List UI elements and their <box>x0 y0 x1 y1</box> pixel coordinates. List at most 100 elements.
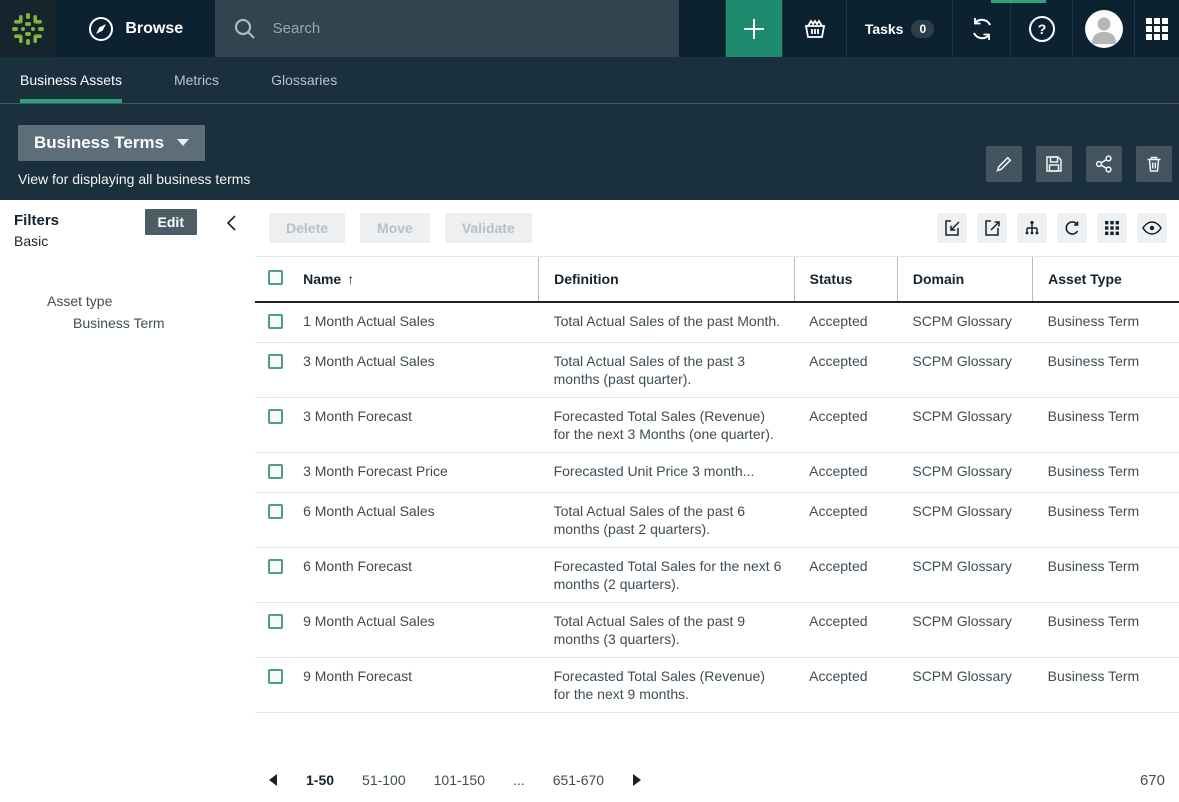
table-row[interactable]: 3 Month Forecast Forecasted Total Sales … <box>255 398 1179 453</box>
asset-name-cell[interactable]: 3 Month Forecast Price <box>295 453 539 493</box>
definition-cell: Total Actual Sales of the past 3 months … <box>539 343 795 398</box>
domain-cell[interactable]: SCPM Glossary <box>897 493 1032 548</box>
column-header-domain[interactable]: Domain <box>897 257 1032 302</box>
domain-cell[interactable]: SCPM Glossary <box>897 398 1032 453</box>
asset-name-cell[interactable]: 3 Month Forecast <box>295 398 539 453</box>
import-button[interactable] <box>937 213 967 243</box>
column-header-definition[interactable]: Definition <box>539 257 795 302</box>
asset-type-cell: Business Term <box>1033 302 1179 343</box>
asset-name-cell[interactable]: 3 Month Actual Sales <box>295 343 539 398</box>
collibra-logo-icon <box>10 11 46 47</box>
global-search[interactable] <box>215 0 679 57</box>
app-logo[interactable] <box>0 0 57 57</box>
table-row[interactable]: 3 Month Forecast Price Forecasted Unit P… <box>255 453 1179 493</box>
export-button[interactable] <box>977 213 1007 243</box>
page-link-last[interactable]: 651-670 <box>553 772 604 788</box>
tab-label: Glossaries <box>271 72 337 88</box>
pagination-bar: 1-50 51-100 101-150 ... 651-670 670 <box>255 758 1179 802</box>
tab-metrics[interactable]: Metrics <box>174 57 219 103</box>
table-row[interactable]: 6 Month Actual Sales Total Actual Sales … <box>255 493 1179 548</box>
table-header-row: Name↑ Definition Status Domain <box>255 257 1179 302</box>
tab-business-assets[interactable]: Business Assets <box>20 57 122 103</box>
filter-item-asset-type[interactable]: Asset type Business Term <box>14 293 241 331</box>
search-input[interactable] <box>273 20 661 37</box>
table-view-button[interactable] <box>1097 213 1127 243</box>
filters-panel: Filters Basic Edit Asset type Business T… <box>0 200 255 802</box>
domain-cell[interactable]: SCPM Glossary <box>897 343 1032 398</box>
save-view-button[interactable] <box>1036 146 1072 182</box>
row-select-cell <box>255 302 295 343</box>
page-link-2[interactable]: 51-100 <box>362 772 406 788</box>
edit-view-button[interactable] <box>986 146 1022 182</box>
validate-button[interactable]: Validate <box>445 213 532 243</box>
assets-table: Name↑ Definition Status Domain <box>255 257 1179 758</box>
tab-label: Metrics <box>174 72 219 88</box>
row-select-cell <box>255 453 295 493</box>
hierarchy-button[interactable] <box>1017 213 1047 243</box>
column-header-status[interactable]: Status <box>794 257 897 302</box>
asset-name-cell[interactable]: 1 Month Actual Sales <box>295 302 539 343</box>
chevron-left-icon <box>227 215 237 231</box>
page-link-3[interactable]: 101-150 <box>434 772 485 788</box>
top-header: Browse <box>0 0 1179 57</box>
data-basket-button[interactable] <box>782 0 846 57</box>
view-selector-dropdown[interactable]: Business Terms <box>18 125 205 161</box>
column-header-name[interactable]: Name↑ <box>295 257 539 302</box>
row-checkbox[interactable] <box>268 354 283 369</box>
table-row[interactable]: 9 Month Forecast Forecasted Total Sales … <box>255 658 1179 713</box>
app-switcher-button[interactable] <box>1134 0 1179 57</box>
share-icon <box>1094 154 1114 174</box>
preview-button[interactable] <box>1137 213 1167 243</box>
domain-cell[interactable]: SCPM Glossary <box>897 603 1032 658</box>
delete-button[interactable]: Delete <box>269 213 345 243</box>
table-body: 1 Month Actual Sales Total Actual Sales … <box>255 302 1179 713</box>
delete-view-button[interactable] <box>1136 146 1172 182</box>
help-button[interactable]: ? <box>1010 0 1072 57</box>
tasks-label: Tasks <box>865 21 904 37</box>
edit-filters-button[interactable]: Edit <box>145 209 197 235</box>
column-label: Status <box>810 271 853 287</box>
move-button[interactable]: Move <box>360 213 430 243</box>
column-header-asset-type[interactable]: Asset Type <box>1033 257 1179 302</box>
asset-name-cell[interactable]: 9 Month Actual Sales <box>295 603 539 658</box>
table-row[interactable]: 9 Month Actual Sales Total Actual Sales … <box>255 603 1179 658</box>
tab-glossaries[interactable]: Glossaries <box>271 57 337 103</box>
user-menu-button[interactable] <box>1072 0 1134 57</box>
row-checkbox[interactable] <box>268 314 283 329</box>
asset-name-cell[interactable]: 6 Month Actual Sales <box>295 493 539 548</box>
domain-cell[interactable]: SCPM Glossary <box>897 658 1032 713</box>
column-label: Name <box>303 271 341 287</box>
refresh-button[interactable] <box>1057 213 1087 243</box>
status-cell: Accepted <box>794 658 897 713</box>
page-link-1[interactable]: 1-50 <box>306 772 334 788</box>
asset-name-cell[interactable]: 9 Month Forecast <box>295 658 539 713</box>
table-row[interactable]: 6 Month Forecast Forecasted Total Sales … <box>255 548 1179 603</box>
next-page-button[interactable] <box>632 774 641 786</box>
select-all-cell <box>255 257 295 302</box>
asset-name-cell[interactable]: 6 Month Forecast <box>295 548 539 603</box>
table-row[interactable]: 3 Month Actual Sales Total Actual Sales … <box>255 343 1179 398</box>
share-view-button[interactable] <box>1086 146 1122 182</box>
table-row[interactable]: 1 Month Actual Sales Total Actual Sales … <box>255 302 1179 343</box>
browse-button[interactable]: Browse <box>57 0 215 57</box>
row-checkbox[interactable] <box>268 614 283 629</box>
filter-value: Business Term <box>47 315 241 331</box>
row-checkbox[interactable] <box>268 464 283 479</box>
activities-button[interactable] <box>952 0 1010 57</box>
app-window: Browse <box>0 0 1179 802</box>
domain-cell[interactable]: SCPM Glossary <box>897 302 1032 343</box>
total-results-count: 670 <box>1140 772 1165 789</box>
row-checkbox[interactable] <box>268 559 283 574</box>
row-checkbox[interactable] <box>268 669 283 684</box>
domain-cell[interactable]: SCPM Glossary <box>897 453 1032 493</box>
create-button[interactable] <box>725 0 782 57</box>
view-title-bar: Business Terms View for displaying all b… <box>0 104 1179 200</box>
collapse-panel-button[interactable] <box>225 213 239 233</box>
tasks-button[interactable]: Tasks 0 <box>846 0 952 57</box>
row-checkbox[interactable] <box>268 409 283 424</box>
browse-label: Browse <box>125 20 183 38</box>
row-checkbox[interactable] <box>268 504 283 519</box>
select-all-checkbox[interactable] <box>268 270 283 285</box>
previous-page-button[interactable] <box>269 774 278 786</box>
domain-cell[interactable]: SCPM Glossary <box>897 548 1032 603</box>
